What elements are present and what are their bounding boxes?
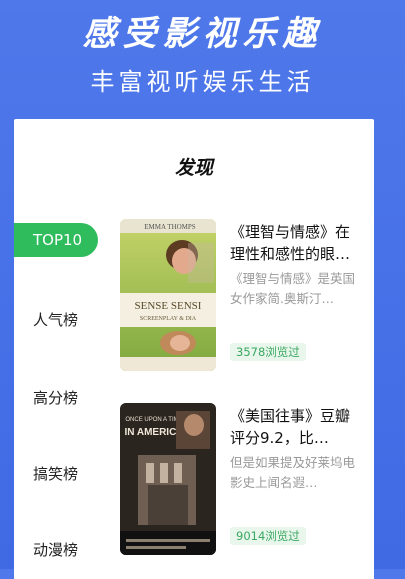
card-title[interactable]: 《理智与情感》在理性和感性的眼… xyxy=(230,221,364,265)
sidebar-item-top10[interactable]: TOP10 xyxy=(14,223,98,257)
poster-top-text: EMMA THOMPS xyxy=(144,223,196,231)
sidebar-item-anime[interactable]: 动漫榜 xyxy=(14,533,98,567)
poster-line2: IN AMERICA xyxy=(124,427,183,438)
poster-line1: ONCE UPON A TIME xyxy=(125,417,182,423)
views-badge: 3578浏览过 xyxy=(230,343,306,361)
page-title: 发现 xyxy=(174,157,213,179)
card-title[interactable]: 《美国往事》豆瓣评分9.2，比… xyxy=(230,405,364,449)
movie-card[interactable]: ONCE UPON A TIME IN AMERICA 《美国往事》豆瓣评分9.… xyxy=(120,403,365,555)
poster-sub-text: SCREENPLAY & DIA xyxy=(140,316,197,322)
poster-main-text: SENSE SENSI xyxy=(135,300,202,312)
sidebar-item-popular[interactable]: 人气榜 xyxy=(14,303,98,337)
movie-poster[interactable]: ONCE UPON A TIME IN AMERICA xyxy=(120,403,216,555)
sidebar-item-comedy[interactable]: 搞笑榜 xyxy=(14,457,98,491)
card-description: 但是如果提及好莱坞电影史上闻名遐… xyxy=(230,455,356,490)
promo-title: 感受影视乐趣 xyxy=(82,14,323,54)
card-description: 《理智与情感》是英国女作家简.奥斯汀… xyxy=(230,271,356,306)
sidebar-item-high-score[interactable]: 高分榜 xyxy=(14,381,98,415)
app-screen: 发现 TOP10 人气榜 高分榜 搞笑榜 动漫榜 EMMA THOMPS SEN… xyxy=(14,119,374,579)
promo-subtitle: 丰富视听娱乐生活 xyxy=(90,68,315,96)
movie-poster[interactable]: EMMA THOMPS SENSE SENSI SCREENPLAY & DIA xyxy=(120,219,216,371)
views-badge: 9014浏览过 xyxy=(230,527,306,545)
movie-card[interactable]: EMMA THOMPS SENSE SENSI SCREENPLAY & DIA… xyxy=(120,219,365,371)
